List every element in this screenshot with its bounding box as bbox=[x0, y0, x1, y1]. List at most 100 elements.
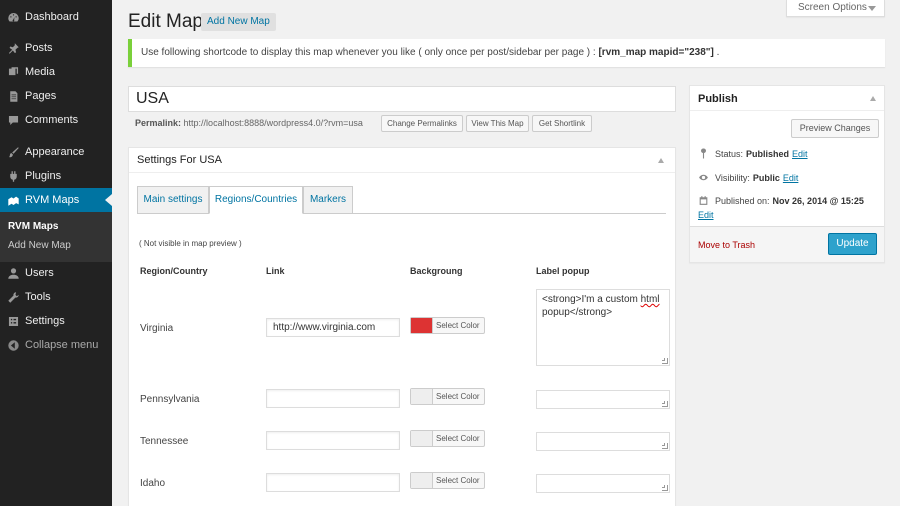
menu-label: Users bbox=[25, 267, 54, 279]
label-popup-textarea[interactable] bbox=[536, 474, 670, 493]
preview-changes-button[interactable]: Preview Changes bbox=[791, 119, 879, 138]
menu-item-plugins[interactable]: Plugins bbox=[0, 164, 112, 188]
update-button[interactable]: Update bbox=[828, 233, 877, 255]
settings-icon bbox=[6, 314, 20, 328]
region-link-input[interactable] bbox=[266, 431, 400, 450]
region-name: Tennessee bbox=[140, 436, 189, 447]
settings-postbox: Settings For USA Main settings Regions/C… bbox=[128, 147, 676, 506]
dashboard-icon bbox=[6, 10, 20, 24]
tab-main-settings[interactable]: Main settings bbox=[137, 186, 209, 214]
brush-icon bbox=[6, 145, 20, 159]
menu-label: Plugins bbox=[25, 170, 62, 182]
menu-item-users[interactable]: Users bbox=[0, 261, 112, 285]
plugin-icon bbox=[6, 169, 20, 183]
label-popup-textarea[interactable] bbox=[536, 432, 670, 451]
settings-title: Settings For USA bbox=[137, 154, 222, 166]
get-shortlink-button[interactable]: Get Shortlink bbox=[532, 115, 592, 132]
collapse-toggle-icon[interactable] bbox=[658, 158, 664, 163]
menu-item-appearance[interactable]: Appearance bbox=[0, 140, 112, 164]
menu-item-comments[interactable]: Comments bbox=[0, 108, 112, 132]
pin-icon bbox=[6, 41, 20, 55]
resize-handle[interactable] bbox=[662, 485, 668, 491]
published-on-row: Published on: Nov 26, 2014 @ 15:25 bbox=[698, 195, 867, 206]
visibility-value: Public bbox=[752, 172, 780, 183]
status-value: Published bbox=[746, 148, 790, 159]
menu-item-posts[interactable]: Posts bbox=[0, 36, 112, 60]
resize-handle[interactable] bbox=[662, 358, 668, 364]
select-color-button[interactable]: Select Color bbox=[410, 472, 485, 489]
menu-label: Appearance bbox=[25, 146, 85, 158]
map-icon bbox=[6, 193, 20, 207]
map-title-input[interactable]: USA bbox=[128, 86, 676, 112]
admin-sidebar: Dashboard Posts Media Pages Comments App… bbox=[0, 0, 112, 506]
region-link-input[interactable] bbox=[266, 473, 400, 492]
collapse-toggle-icon[interactable] bbox=[870, 96, 876, 101]
published-edit-row: Edit bbox=[698, 210, 714, 220]
move-to-trash-link[interactable]: Move to Trash bbox=[698, 240, 755, 250]
label-popup-textarea[interactable] bbox=[536, 390, 670, 409]
publish-header[interactable]: Publish bbox=[690, 86, 884, 111]
screen-options-button[interactable]: Screen Options bbox=[786, 0, 885, 17]
notice-suffix: . bbox=[716, 47, 720, 58]
select-color-label: Select Color bbox=[436, 392, 480, 401]
permalink-url[interactable]: http://localhost:8888/wordpress4.0/?rvm=… bbox=[184, 118, 363, 128]
color-swatch bbox=[411, 389, 433, 404]
caret-down-icon bbox=[868, 6, 876, 11]
active-menu-arrow bbox=[105, 194, 112, 206]
settings-header[interactable]: Settings For USA bbox=[129, 148, 675, 173]
menu-label: Tools bbox=[25, 291, 51, 303]
select-color-button[interactable]: Select Color bbox=[410, 317, 485, 334]
select-color-button[interactable]: Select Color bbox=[410, 430, 485, 447]
publish-title: Publish bbox=[698, 93, 738, 105]
menu-item-dashboard[interactable]: Dashboard bbox=[0, 5, 112, 29]
permalink-label: Permalink: bbox=[135, 118, 182, 128]
select-color-label: Select Color bbox=[436, 321, 480, 330]
menu-item-media[interactable]: Media bbox=[0, 60, 112, 84]
resize-handle[interactable] bbox=[662, 443, 668, 449]
permalink-row: Permalink: http://localhost:8888/wordpre… bbox=[135, 118, 363, 128]
edit-date-link[interactable]: Edit bbox=[698, 210, 714, 220]
column-header-link: Link bbox=[266, 266, 285, 276]
region-name: Pennsylvania bbox=[140, 394, 200, 405]
pin-icon bbox=[701, 148, 706, 159]
submenu-add-new-map[interactable]: Add New Map bbox=[8, 240, 71, 251]
edit-status-link[interactable]: Edit bbox=[792, 149, 808, 159]
add-new-map-button[interactable]: Add New Map bbox=[201, 13, 276, 31]
comment-icon bbox=[6, 113, 20, 127]
published-value: Nov 26, 2014 @ 15:25 bbox=[772, 195, 864, 206]
menu-label: Dashboard bbox=[25, 11, 79, 23]
media-icon bbox=[6, 65, 20, 79]
label-popup-textarea[interactable]: <strong>I'm a custom html popup</strong> bbox=[536, 289, 670, 366]
menu-item-tools[interactable]: Tools bbox=[0, 285, 112, 309]
change-permalinks-button[interactable]: Change Permalinks bbox=[381, 115, 463, 132]
edit-visibility-link[interactable]: Edit bbox=[783, 173, 799, 183]
popup-text-misspelled: html bbox=[640, 294, 660, 305]
region-link-input[interactable]: http://www.virginia.com bbox=[266, 318, 400, 337]
menu-item-pages[interactable]: Pages bbox=[0, 84, 112, 108]
menu-item-rvm-maps[interactable]: RVM Maps bbox=[0, 188, 112, 212]
column-header-region: Region/Country bbox=[140, 266, 208, 276]
region-name: Virginia bbox=[140, 323, 174, 334]
notice-text: Use following shortcode to display this … bbox=[141, 47, 596, 58]
resize-handle[interactable] bbox=[662, 401, 668, 407]
column-header-background: Backgroung bbox=[410, 266, 463, 276]
select-color-button[interactable]: Select Color bbox=[410, 388, 485, 405]
menu-label: Pages bbox=[25, 90, 57, 102]
color-swatch bbox=[411, 431, 433, 446]
select-color-label: Select Color bbox=[436, 434, 480, 443]
visibility-label: Visibility: bbox=[715, 172, 750, 183]
calendar-icon bbox=[699, 196, 708, 205]
color-swatch bbox=[411, 318, 433, 333]
submenu-rvm-maps[interactable]: RVM Maps bbox=[8, 221, 58, 232]
menu-item-settings[interactable]: Settings bbox=[0, 309, 112, 333]
region-link-input[interactable] bbox=[266, 389, 400, 408]
popup-text: popup</strong> bbox=[542, 307, 613, 318]
view-map-button[interactable]: View This Map bbox=[466, 115, 529, 132]
collapse-menu-button[interactable]: Collapse menu bbox=[0, 333, 112, 357]
publish-actions: Move to Trash Update bbox=[690, 226, 884, 262]
rvm-submenu: RVM Maps Add New Map bbox=[0, 212, 112, 262]
tab-regions-countries[interactable]: Regions/Countries bbox=[209, 186, 303, 214]
menu-label: Media bbox=[25, 66, 55, 78]
tab-markers[interactable]: Markers bbox=[303, 186, 353, 214]
collapse-icon bbox=[6, 338, 20, 352]
